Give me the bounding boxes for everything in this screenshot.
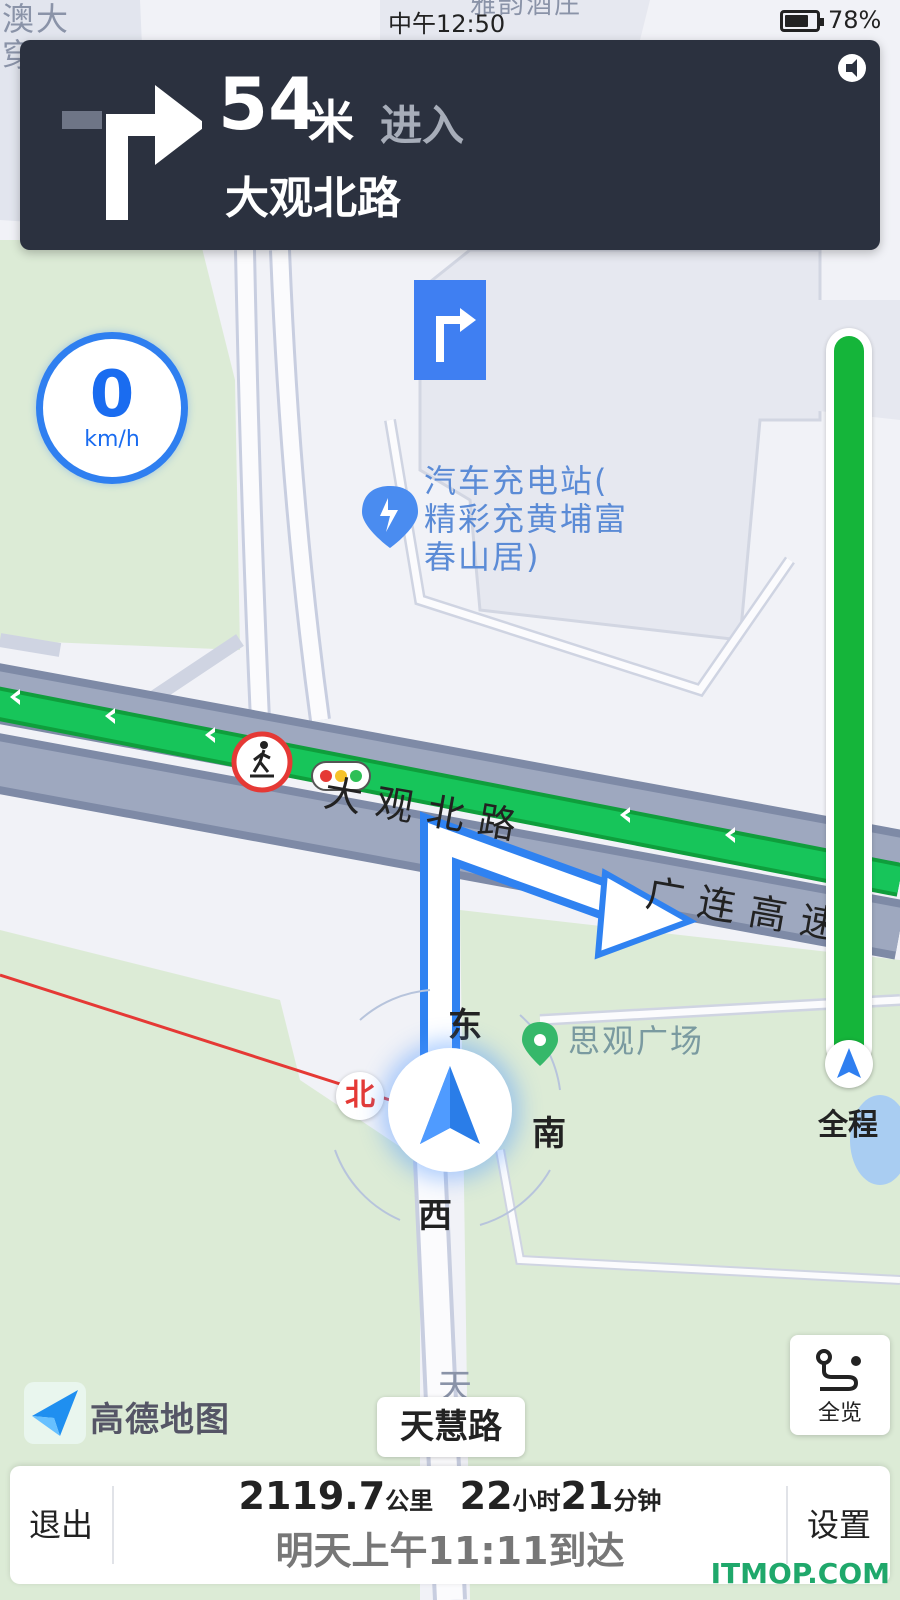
arrival-time: 明天上午11:11到达 <box>275 1529 625 1573</box>
amap-logo: 高德地图 <box>24 1382 264 1444</box>
turn-right-icon <box>62 85 202 220</box>
nav-distance-unit: 米 <box>308 95 354 149</box>
speed-value: 0 <box>89 358 135 432</box>
exit-button[interactable]: 退出 <box>10 1466 112 1584</box>
current-road-label: 天慧路 <box>377 1397 525 1457</box>
compass-west: 西 <box>418 1196 452 1236</box>
remaining-hours: 22 <box>459 1474 513 1518</box>
trip-distance-time: 2119.7公里 22小时21分钟 <box>112 1474 788 1518</box>
route-progress-remaining <box>834 336 864 1062</box>
distance-unit: 公里 <box>385 1487 434 1515</box>
amap-logo-icon <box>24 1382 86 1444</box>
voice-icon[interactable] <box>836 52 868 84</box>
route-progress-bar <box>826 328 872 1070</box>
battery-fill <box>785 15 808 27</box>
poi-charging-line-1: 汽车充电站( <box>424 462 609 500</box>
progress-label: 全程 <box>818 1108 878 1143</box>
route-overview-icon <box>816 1349 861 1391</box>
navigation-instruction-card[interactable]: 54 米 进入 大观北路 <box>20 40 880 250</box>
compass-north[interactable]: 北 <box>336 1072 384 1120</box>
minutes-unit: 分钟 <box>613 1487 662 1515</box>
compass-south: 南 <box>532 1114 566 1154</box>
remaining-distance: 2119.7 <box>238 1474 386 1518</box>
compass-east: 东 <box>448 1006 482 1046</box>
progress-position-icon <box>825 1040 873 1088</box>
poi-charging-station[interactable]: 汽车充电站( 精彩充黄埔富 春山居) <box>424 462 628 576</box>
poi-charging-line-2: 精彩充黄埔富 <box>424 500 629 538</box>
poi-park[interactable]: 思观广场 <box>568 1022 704 1060</box>
nav-distance: 54 <box>218 62 319 146</box>
overview-button[interactable]: 全览 <box>790 1335 890 1435</box>
nav-road-name: 大观北路 <box>225 173 401 224</box>
watermark: ITMOP.COM <box>710 1557 890 1590</box>
amap-logo-text: 高德地图 <box>90 1400 230 1440</box>
map-label-left: 澳大 <box>2 0 71 38</box>
status-time: 中午12:50 <box>388 10 506 38</box>
battery-percent: 78% <box>828 6 882 34</box>
trip-summary[interactable]: 2119.7公里 22小时21分钟 明天上午11:11到达 <box>112 1474 788 1575</box>
hours-unit: 小时 <box>512 1487 561 1515</box>
speed-unit: km/h <box>84 427 140 452</box>
poi-charging-line-3: 春山居) <box>424 538 541 576</box>
car-position-icon <box>388 1048 512 1172</box>
speedometer: 0 km/h <box>36 332 188 484</box>
overview-label: 全览 <box>817 1401 862 1426</box>
lane-sign-right-turn-icon <box>414 280 486 380</box>
remaining-minutes: 21 <box>560 1474 614 1518</box>
battery-icon <box>780 10 824 32</box>
nav-action: 进入 <box>380 101 465 150</box>
